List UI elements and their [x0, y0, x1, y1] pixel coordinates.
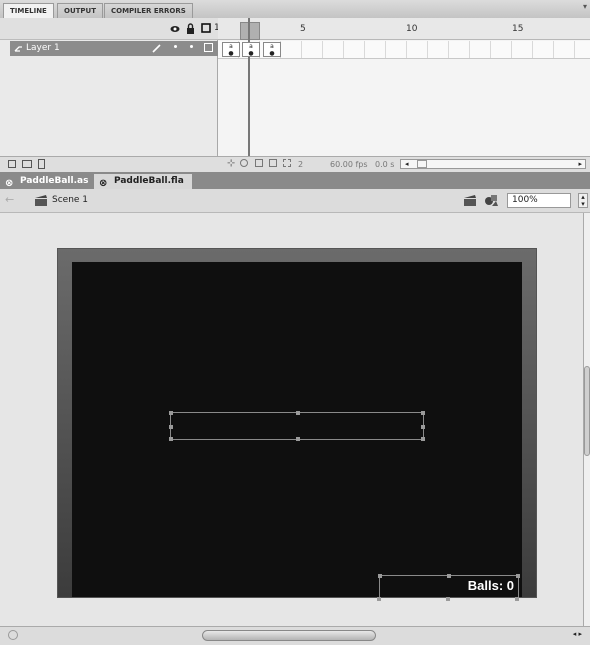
doc-tab-label: PaddleBall.as	[20, 176, 89, 186]
outline-square-icon[interactable]	[204, 43, 213, 52]
lock-icon[interactable]	[186, 23, 195, 34]
vertical-scroll-thumb[interactable]	[584, 366, 590, 456]
keyframe[interactable]: a ●	[263, 42, 281, 57]
resize-handle[interactable]	[446, 597, 450, 601]
timeline-horizontal-scrollbar[interactable]: ◂ ▸	[400, 159, 586, 169]
scroll-left-cap[interactable]	[8, 630, 18, 640]
onion-outline-icon[interactable]	[255, 159, 263, 167]
resize-handle[interactable]	[377, 597, 381, 601]
scroll-right-icon[interactable]: ▸	[578, 160, 582, 168]
resize-handle[interactable]	[447, 574, 451, 578]
edit-symbols-icon[interactable]	[484, 193, 499, 208]
center-frame-icon[interactable]: ⊹	[227, 158, 235, 169]
resize-handle[interactable]	[169, 425, 173, 429]
resize-handle[interactable]	[421, 425, 425, 429]
resize-handle[interactable]	[296, 411, 300, 415]
new-layer-icon[interactable]	[8, 160, 16, 168]
outline-icon[interactable]	[201, 23, 211, 33]
tab-output[interactable]: OUTPUT	[57, 3, 103, 18]
current-frame: 2	[298, 160, 304, 169]
horizontal-scroll-thumb[interactable]	[202, 630, 376, 641]
resize-handle[interactable]	[421, 411, 425, 415]
resize-handle[interactable]	[421, 437, 425, 441]
resize-handle[interactable]	[296, 437, 300, 441]
doc-tab-paddleball-as[interactable]: ⊗ PaddleBall.as	[0, 174, 96, 189]
new-folder-icon[interactable]	[22, 160, 32, 168]
frame-ruler[interactable]: 5 10 15	[218, 18, 590, 40]
edit-multiple-frames-icon[interactable]	[269, 159, 277, 167]
elapsed-time: 0.0 s	[375, 160, 395, 169]
modify-markers-icon[interactable]	[283, 159, 291, 167]
frame-rate[interactable]: 60.00 fps	[330, 160, 368, 169]
scroll-thumb[interactable]	[417, 160, 427, 168]
resize-handle[interactable]	[169, 437, 173, 441]
tab-compiler-errors[interactable]: COMPILER ERRORS	[104, 3, 193, 18]
edit-bar: ← Scene 1 100% ▴ ▾	[0, 189, 590, 213]
zoom-stepper-icon[interactable]: ▴ ▾	[578, 193, 588, 208]
doc-tab-paddleball-fla[interactable]: ⊗ PaddleBall.fla	[94, 174, 192, 189]
scroll-arrows-icon[interactable]: ◂ ▸	[573, 630, 582, 638]
stage[interactable]: Balls: 0	[72, 262, 522, 600]
eye-icon[interactable]	[170, 24, 180, 34]
layer-icon	[14, 46, 22, 52]
lock-dot[interactable]	[190, 45, 193, 48]
doc-tab-label: PaddleBall.fla	[114, 176, 184, 186]
onion-skin-icon[interactable]	[240, 159, 248, 167]
pencil-icon	[152, 44, 161, 53]
panel-menu-icon[interactable]: ▾	[583, 2, 587, 11]
frame-number: 15	[512, 24, 524, 34]
edit-scene-icon[interactable]	[463, 194, 477, 207]
resize-handle[interactable]	[378, 574, 382, 578]
visibility-dot[interactable]	[174, 45, 177, 48]
resize-handle[interactable]	[516, 574, 520, 578]
keyframe[interactable]: a ●	[222, 42, 240, 57]
layer-row[interactable]: Layer 1	[10, 41, 218, 56]
panel-tabs: TIMELINE OUTPUT COMPILER ERRORS ▾	[0, 0, 590, 19]
scene-label[interactable]: Scene 1	[52, 195, 88, 205]
playhead-marker[interactable]	[240, 22, 260, 40]
layer-header: 1	[0, 18, 220, 40]
layer-name[interactable]: Layer 1	[26, 41, 60, 56]
tab-timeline[interactable]: TIMELINE	[3, 3, 54, 18]
paddle-selection[interactable]	[169, 411, 425, 441]
delete-icon[interactable]	[38, 159, 45, 169]
scroll-left-icon[interactable]: ◂	[405, 160, 409, 168]
resize-handle[interactable]	[169, 411, 173, 415]
resize-handle[interactable]	[515, 597, 519, 601]
back-arrow-icon[interactable]: ←	[5, 193, 14, 206]
scene-icon	[35, 195, 47, 206]
zoom-select[interactable]: 100%	[507, 193, 571, 208]
balls-counter: Balls: 0	[467, 578, 514, 593]
frame-number: 5	[300, 24, 306, 34]
keyframe[interactable]: a ●	[242, 42, 260, 57]
playhead-line	[248, 18, 250, 156]
frame-number: 10	[406, 24, 418, 34]
document-tabs: ⊗ PaddleBall.as ⊗ PaddleBall.fla	[0, 172, 590, 189]
